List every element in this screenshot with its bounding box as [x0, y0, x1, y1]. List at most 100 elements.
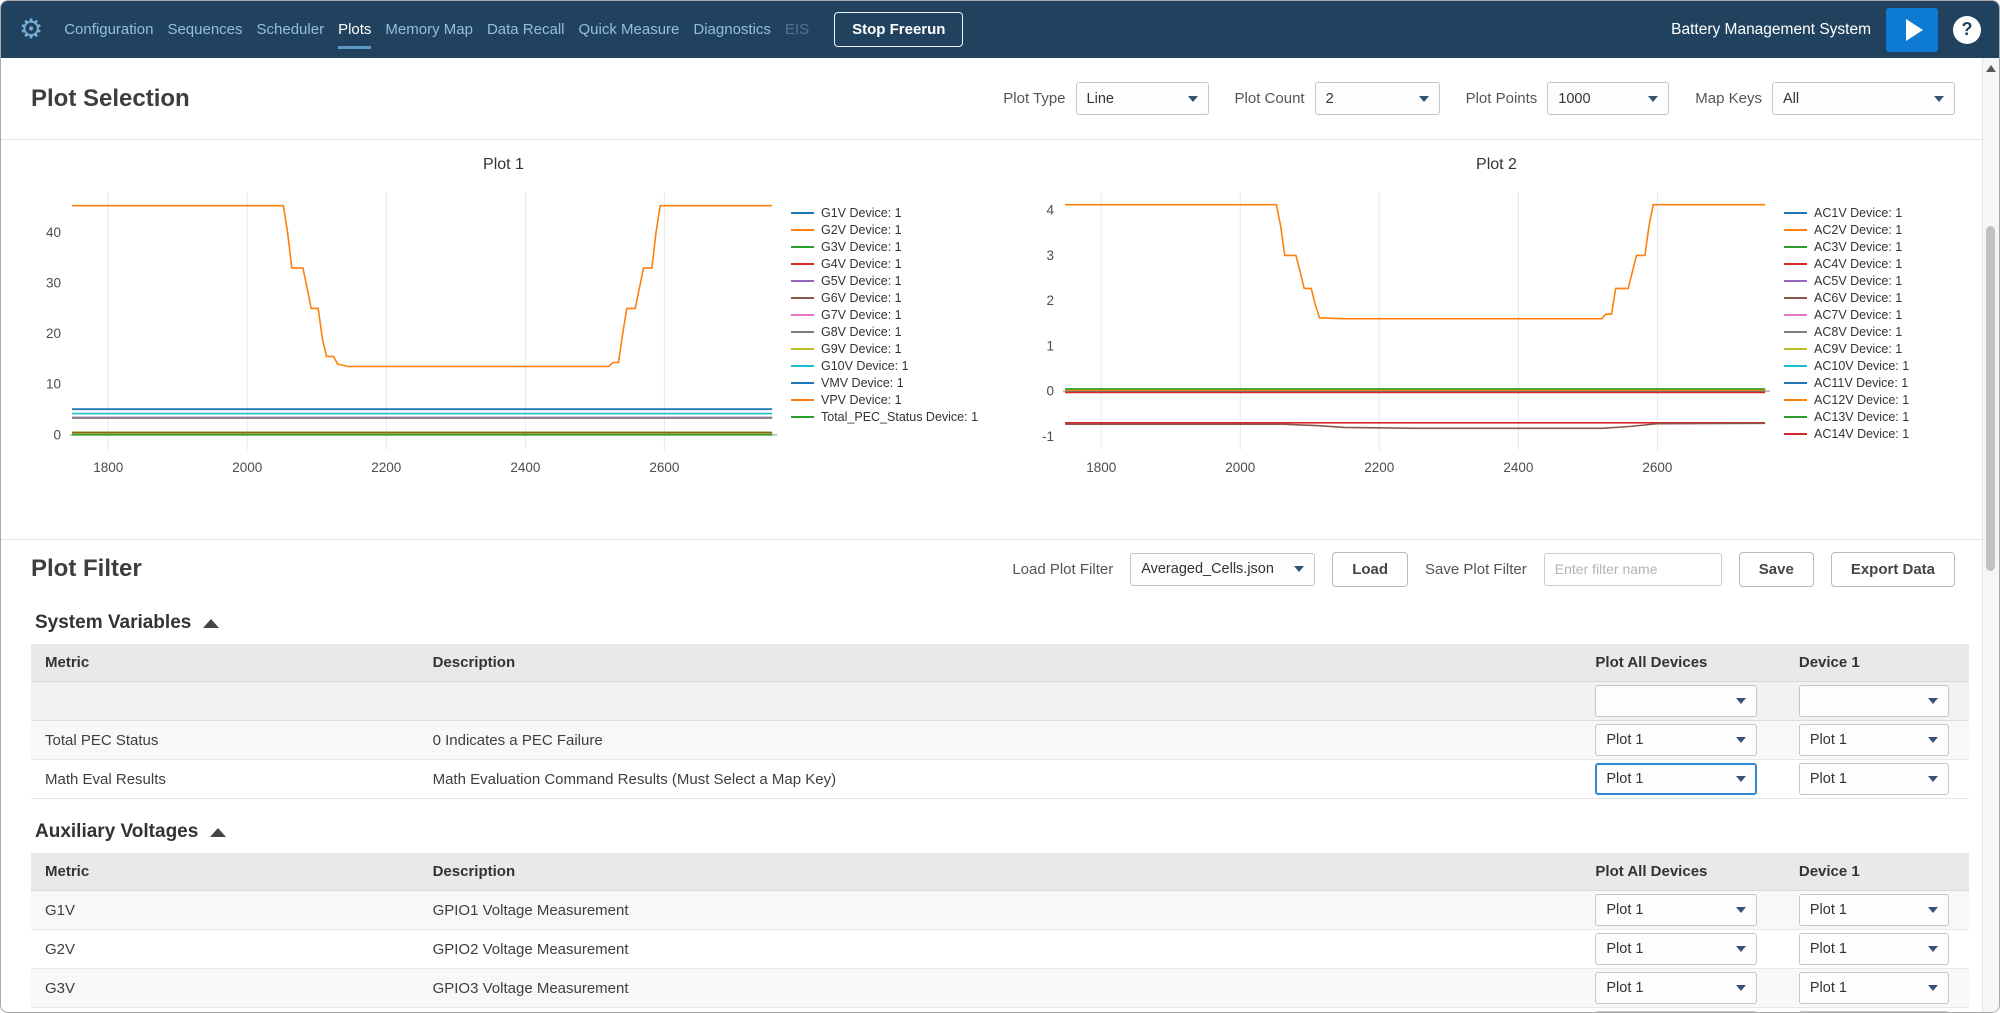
plot-all-devices-dropdown[interactable]: Plot 1 — [1595, 724, 1757, 756]
section-system-variables: System Variables MetricDescriptionPlot Al… — [31, 612, 1969, 799]
svg-text:1800: 1800 — [93, 460, 123, 475]
legend-item: G9V Device: 1 — [791, 342, 1000, 356]
device-1-dropdown[interactable]: Plot 1 — [1799, 763, 1949, 795]
dropdown-value: Plot 1 — [1810, 732, 1847, 748]
legend-label: AC6V Device: 1 — [1814, 291, 1902, 305]
plot-points-label: Plot Points — [1466, 90, 1538, 107]
legend-line-swatch — [791, 212, 814, 214]
collapse-caret-icon[interactable] — [203, 619, 219, 628]
plot-all-devices-dropdown[interactable]: Plot 1 — [1595, 894, 1757, 926]
legend-item: G1V Device: 1 — [791, 206, 1000, 220]
plot-all-devices-dropdown[interactable]: Plot 1 — [1595, 933, 1757, 965]
plot-all-devices-cell: Plot 1 — [1581, 969, 1784, 1008]
dropdown-value: All — [1783, 91, 1799, 107]
metric-cell: G1V — [31, 891, 419, 930]
nav-item-sequences[interactable]: Sequences — [160, 1, 249, 58]
legend-item: AC12V Device: 1 — [1784, 393, 1993, 407]
nav-item-quick-measure[interactable]: Quick Measure — [572, 1, 687, 58]
nav-item-diagnostics[interactable]: Diagnostics — [686, 1, 778, 58]
nav-item-scheduler[interactable]: Scheduler — [250, 1, 332, 58]
nav-item-data-recall[interactable]: Data Recall — [480, 1, 572, 58]
legend-label: AC13V Device: 1 — [1814, 410, 1909, 424]
load-filter-dropdown[interactable]: Averaged_Cells.json — [1130, 553, 1315, 586]
legend-line-swatch — [791, 382, 814, 384]
plot-all-devices-dropdown[interactable]: Plot 1 — [1595, 972, 1757, 1004]
control-plot-count: Plot Count2 — [1235, 82, 1440, 115]
plot-type-dropdown[interactable]: Line — [1076, 82, 1209, 115]
legend-label: AC12V Device: 1 — [1814, 393, 1909, 407]
chevron-down-icon — [1294, 566, 1304, 572]
plot-count-dropdown[interactable]: 2 — [1315, 82, 1440, 115]
help-icon[interactable]: ? — [1953, 16, 1981, 44]
gear-icon[interactable]: ⚙ — [19, 16, 43, 43]
export-data-button[interactable]: Export Data — [1831, 552, 1955, 587]
svg-text:10: 10 — [46, 377, 61, 392]
section-header: System Variables — [35, 612, 1965, 634]
legend-item: AC13V Device: 1 — [1784, 410, 1993, 424]
svg-text:2400: 2400 — [1503, 460, 1533, 475]
chart-canvas[interactable]: 18002000220024002600-101234 — [1008, 184, 1778, 484]
metric-cell: G3V — [31, 969, 419, 1008]
device-1-dropdown[interactable]: Plot 1 — [1799, 933, 1949, 965]
legend-line-swatch — [791, 365, 814, 367]
dropdown-value: Plot 1 — [1606, 980, 1643, 996]
legend-label: AC1V Device: 1 — [1814, 206, 1902, 220]
play-button[interactable] — [1886, 8, 1938, 52]
device-1-dropdown[interactable]: Plot 1 — [1799, 894, 1949, 926]
app-window: ⚙ ConfigurationSequencesSchedulerPlotsMe… — [0, 0, 2000, 1013]
legend-item: AC4V Device: 1 — [1784, 257, 1993, 271]
legend-label: G3V Device: 1 — [821, 240, 902, 254]
dropdown-value: 2 — [1326, 91, 1334, 107]
chart-canvas[interactable]: 18002000220024002600010203040 — [15, 184, 785, 484]
plot-points-dropdown[interactable]: 1000 — [1547, 82, 1669, 115]
navbar-right: Battery Management System ? — [1671, 8, 1981, 52]
vertical-scrollbar[interactable] — [1982, 58, 1999, 1012]
legend-label: G4V Device: 1 — [821, 257, 902, 271]
device-1-dropdown[interactable] — [1799, 685, 1949, 717]
plot-all-devices-dropdown[interactable] — [1595, 685, 1757, 717]
scroll-up-arrow-icon[interactable] — [1986, 65, 1996, 72]
legend-item: G3V Device: 1 — [791, 240, 1000, 254]
device-1-dropdown[interactable]: Plot 1 — [1799, 724, 1949, 756]
dropdown-value: Plot 1 — [1810, 902, 1847, 918]
description-cell: Math Evaluation Command Results (Must Se… — [419, 760, 1582, 799]
legend-line-swatch — [1784, 416, 1807, 418]
scrollbar-thumb[interactable] — [1986, 226, 1995, 571]
filter-table: MetricDescriptionPlot All DevicesDevice … — [31, 644, 1969, 799]
collapse-caret-icon[interactable] — [210, 828, 226, 837]
legend-label: G10V Device: 1 — [821, 359, 909, 373]
chart-legend: AC1V Device: 1AC2V Device: 1AC3V Device:… — [1784, 206, 1993, 484]
nav-item-eis[interactable]: EIS — [778, 1, 816, 58]
load-button[interactable]: Load — [1332, 552, 1408, 587]
chevron-down-icon — [1648, 96, 1658, 102]
legend-line-swatch — [1784, 263, 1807, 265]
svg-text:2: 2 — [1046, 293, 1054, 308]
nav-item-memory-map[interactable]: Memory Map — [378, 1, 480, 58]
plot-all-devices-dropdown[interactable]: Plot 1 — [1595, 763, 1757, 795]
legend-line-swatch — [1784, 331, 1807, 333]
dropdown-value: Plot 1 — [1606, 771, 1643, 787]
chart-panel-2: Plot 218002000220024002600-101234AC1V De… — [1000, 148, 1993, 539]
plot-all-devices-cell — [1581, 682, 1784, 721]
chevron-down-icon — [1736, 776, 1746, 782]
legend-item: VMV Device: 1 — [791, 376, 1000, 390]
legend-line-swatch — [1784, 365, 1807, 367]
map-keys-dropdown[interactable]: All — [1772, 82, 1955, 115]
legend-item: G5V Device: 1 — [791, 274, 1000, 288]
save-button[interactable]: Save — [1739, 552, 1814, 587]
chevron-down-icon — [1188, 96, 1198, 102]
description-cell: GPIO1 Voltage Measurement — [419, 891, 1582, 930]
nav-item-plots[interactable]: Plots — [331, 1, 378, 58]
filter-name-input[interactable] — [1544, 553, 1722, 586]
device-1-dropdown[interactable]: Plot 1 — [1799, 972, 1949, 1004]
legend-line-swatch — [791, 263, 814, 265]
filter-table: MetricDescriptionPlot All DevicesDevice … — [31, 853, 1969, 1013]
table-row: Total PEC Status0 Indicates a PEC Failur… — [31, 721, 1969, 760]
legend-label: G2V Device: 1 — [821, 223, 902, 237]
svg-text:2000: 2000 — [232, 460, 262, 475]
map-keys-label: Map Keys — [1695, 90, 1762, 107]
stop-freerun-button[interactable]: Stop Freerun — [834, 12, 963, 47]
nav-item-configuration[interactable]: Configuration — [57, 1, 160, 58]
device-1-cell: Plot 1 — [1785, 721, 1969, 760]
chevron-down-icon — [1928, 737, 1938, 743]
